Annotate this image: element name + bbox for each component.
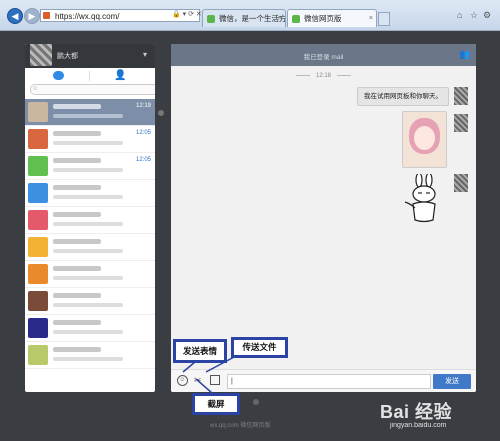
tab-label: 微信，是一个生活方式 bbox=[219, 14, 286, 23]
send-button[interactable]: 发送 bbox=[433, 374, 471, 389]
conversation-item[interactable] bbox=[25, 315, 155, 342]
conversation-name bbox=[53, 239, 101, 244]
callout-send-emoji: 发送表情 bbox=[173, 339, 227, 363]
avatar bbox=[28, 102, 48, 122]
conversation-preview bbox=[53, 303, 123, 307]
conversation-time: 12:05 bbox=[135, 130, 151, 136]
avatar bbox=[28, 291, 48, 311]
contacts-icon[interactable]: 👤 bbox=[114, 70, 126, 81]
avatar bbox=[28, 237, 48, 257]
compose-bar: ☺ ✂ | 发送 bbox=[171, 369, 476, 392]
conversation-name bbox=[53, 158, 101, 163]
conversation-item[interactable] bbox=[25, 342, 155, 369]
file-icon[interactable] bbox=[210, 375, 220, 385]
conversation-preview bbox=[53, 114, 123, 118]
avatar bbox=[28, 183, 48, 203]
sticker-image bbox=[402, 111, 447, 168]
conversation-item[interactable] bbox=[25, 261, 155, 288]
conversation-preview bbox=[53, 195, 123, 199]
avatar bbox=[28, 210, 48, 230]
browser-toolbar: ◀ ▶ https://wx.qq.com/ 🔒 ▾ ⟳ ✕ 微信，是一个生活方… bbox=[0, 0, 500, 31]
divider bbox=[89, 71, 90, 81]
conversation-preview bbox=[53, 276, 123, 280]
conversation-name bbox=[53, 131, 101, 136]
conversation-time: 12:05 bbox=[135, 157, 151, 163]
avatar bbox=[28, 345, 48, 365]
tab-close-icon[interactable]: × bbox=[278, 10, 282, 27]
chat-title: 我已登录 mail bbox=[303, 54, 344, 61]
address-tools-icon[interactable]: 🔒 ▾ ⟳ ✕ bbox=[172, 10, 202, 18]
conversation-item[interactable]: 12:05 bbox=[25, 126, 155, 153]
conversation-item[interactable] bbox=[25, 234, 155, 261]
chat-header: 我已登录 mail 👥 bbox=[171, 44, 476, 66]
watermark-url: jingyan.baidu.com bbox=[390, 422, 447, 429]
scroll-handle[interactable] bbox=[253, 399, 259, 405]
conversation-name bbox=[53, 266, 101, 271]
tab-wechat-web[interactable]: 微信网页版 × bbox=[287, 9, 377, 27]
conversation-list: 12:19 12:05 12:05 bbox=[25, 99, 155, 369]
conversation-panel: 鹏大都 ▾ 👤 ○ 12:19 12:05 12:05 bbox=[25, 44, 155, 392]
baidu-watermark: Bai 经验 bbox=[380, 402, 453, 422]
conversation-item[interactable] bbox=[25, 207, 155, 234]
new-tab-button[interactable] bbox=[378, 12, 390, 26]
home-icon[interactable]: ⌂ bbox=[457, 10, 462, 20]
screenshot-icon[interactable]: ✂ bbox=[194, 375, 204, 385]
conversation-name bbox=[53, 293, 101, 298]
sender-avatar[interactable] bbox=[454, 87, 468, 105]
conversation-name bbox=[53, 212, 101, 217]
time-separator: 12:18 bbox=[171, 73, 476, 79]
sender-avatar[interactable] bbox=[454, 174, 468, 192]
conversation-name bbox=[53, 104, 101, 109]
footer-text: wx.qq.com 微信网页版 bbox=[210, 423, 271, 429]
time-label: 12:18 bbox=[315, 73, 331, 79]
emoji-icon[interactable]: ☺ bbox=[177, 375, 188, 386]
favorites-star-icon[interactable]: ☆ bbox=[470, 10, 478, 21]
search-input[interactable] bbox=[30, 84, 155, 95]
sender-avatar[interactable] bbox=[454, 114, 468, 132]
conversation-name bbox=[53, 347, 101, 352]
avatar bbox=[28, 318, 48, 338]
rabbit-sticker-image bbox=[404, 174, 436, 223]
group-members-icon[interactable]: 👥 bbox=[459, 49, 470, 60]
conversation-preview bbox=[53, 222, 123, 226]
conversation-preview bbox=[53, 330, 123, 334]
conversation-item[interactable] bbox=[25, 288, 155, 315]
conversation-time: 12:19 bbox=[135, 103, 151, 109]
avatar bbox=[28, 156, 48, 176]
forward-button[interactable]: ▶ bbox=[24, 8, 40, 24]
username: 鹏大都 bbox=[57, 53, 78, 60]
scroll-handle[interactable] bbox=[158, 110, 164, 116]
callout-screenshot: 截屏 bbox=[192, 393, 240, 415]
conversation-preview bbox=[53, 168, 123, 172]
conversation-name bbox=[53, 185, 101, 190]
gear-icon[interactable]: ⚙ bbox=[483, 10, 491, 21]
site-icon bbox=[43, 12, 50, 19]
tab-favicon-icon bbox=[292, 15, 300, 23]
tab-favicon-icon bbox=[207, 15, 215, 23]
tab-close-icon[interactable]: × bbox=[369, 10, 373, 27]
conversation-item[interactable] bbox=[25, 180, 155, 207]
conversation-item[interactable]: 12:19 bbox=[25, 99, 155, 126]
avatar bbox=[28, 264, 48, 284]
chevron-down-icon[interactable]: ▾ bbox=[143, 50, 147, 59]
tab-wechat-home[interactable]: 微信，是一个生活方式 × bbox=[202, 9, 286, 27]
tab-label: 微信网页版 bbox=[304, 14, 342, 23]
conversation-preview bbox=[53, 249, 123, 253]
message-input[interactable]: | bbox=[227, 374, 431, 389]
callout-send-file: 传送文件 bbox=[231, 337, 288, 358]
avatar bbox=[28, 129, 48, 149]
chat-bubble-icon[interactable] bbox=[53, 71, 64, 80]
conversation-item[interactable]: 12:05 bbox=[25, 153, 155, 180]
conversation-preview bbox=[53, 141, 123, 145]
conversation-preview bbox=[53, 357, 123, 361]
avatar[interactable] bbox=[30, 44, 52, 66]
back-button[interactable]: ◀ bbox=[7, 8, 23, 24]
search-icon: ○ bbox=[33, 85, 38, 92]
conversation-name bbox=[53, 320, 101, 325]
message-bubble: 我在试用网页板和你聊天。 bbox=[357, 87, 449, 106]
